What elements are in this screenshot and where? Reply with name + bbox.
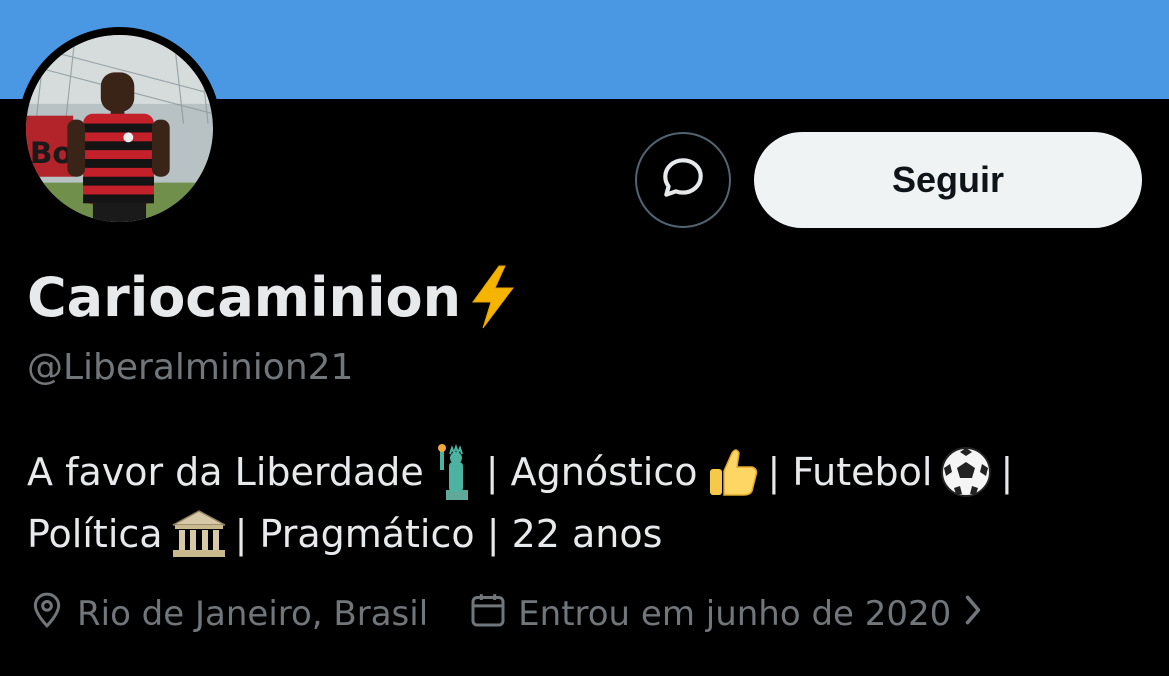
svg-text:Bo: Bo bbox=[30, 136, 73, 170]
bio: A favor da Liberdade | Agnóstico | Futeb… bbox=[27, 441, 1147, 565]
calendar-icon bbox=[468, 589, 508, 640]
bio-text: A favor da Liberdade bbox=[27, 450, 424, 494]
location-pin-icon bbox=[27, 588, 67, 641]
bio-line-1: A favor da Liberdade | Agnóstico | Futeb… bbox=[27, 441, 1147, 503]
lightning-bolt-emoji bbox=[469, 264, 517, 330]
chevron-right-icon bbox=[961, 592, 985, 637]
avatar[interactable]: Bo bbox=[18, 27, 221, 230]
joined-text: Entrou em junho de 2020 bbox=[518, 594, 952, 634]
bio-text: Política bbox=[27, 512, 163, 556]
soccer-ball-emoji bbox=[940, 446, 992, 498]
statue-of-liberty-emoji bbox=[432, 444, 478, 500]
display-name-row: Cariocaminion bbox=[27, 262, 517, 332]
bio-text: | Futebol bbox=[767, 450, 933, 494]
user-handle: @Liberalminion21 bbox=[27, 347, 354, 388]
classical-building-emoji bbox=[171, 509, 227, 559]
joined-date[interactable]: Entrou em junho de 2020 bbox=[468, 589, 985, 640]
profile-meta: Rio de Janeiro, Brasil Entrou em junho d… bbox=[27, 588, 985, 640]
display-name: Cariocaminion bbox=[27, 265, 462, 329]
follow-button[interactable]: Seguir bbox=[754, 132, 1142, 228]
bio-text: | Pragmático | 22 anos bbox=[234, 512, 663, 556]
avatar-photo: Bo bbox=[26, 35, 213, 222]
bio-line-2: Política | Pragmático | 22 anos bbox=[27, 503, 1147, 565]
location: Rio de Janeiro, Brasil bbox=[27, 588, 428, 641]
bio-text: | bbox=[1000, 450, 1014, 494]
thumbs-up-emoji bbox=[706, 445, 760, 499]
location-text: Rio de Janeiro, Brasil bbox=[77, 594, 429, 634]
profile-header: Bo Seguir Cariocaminion @Liberalminion21… bbox=[0, 0, 1169, 676]
message-bubble-icon bbox=[658, 153, 708, 207]
message-button[interactable] bbox=[635, 132, 731, 228]
bio-text: | Agnóstico bbox=[485, 450, 698, 494]
